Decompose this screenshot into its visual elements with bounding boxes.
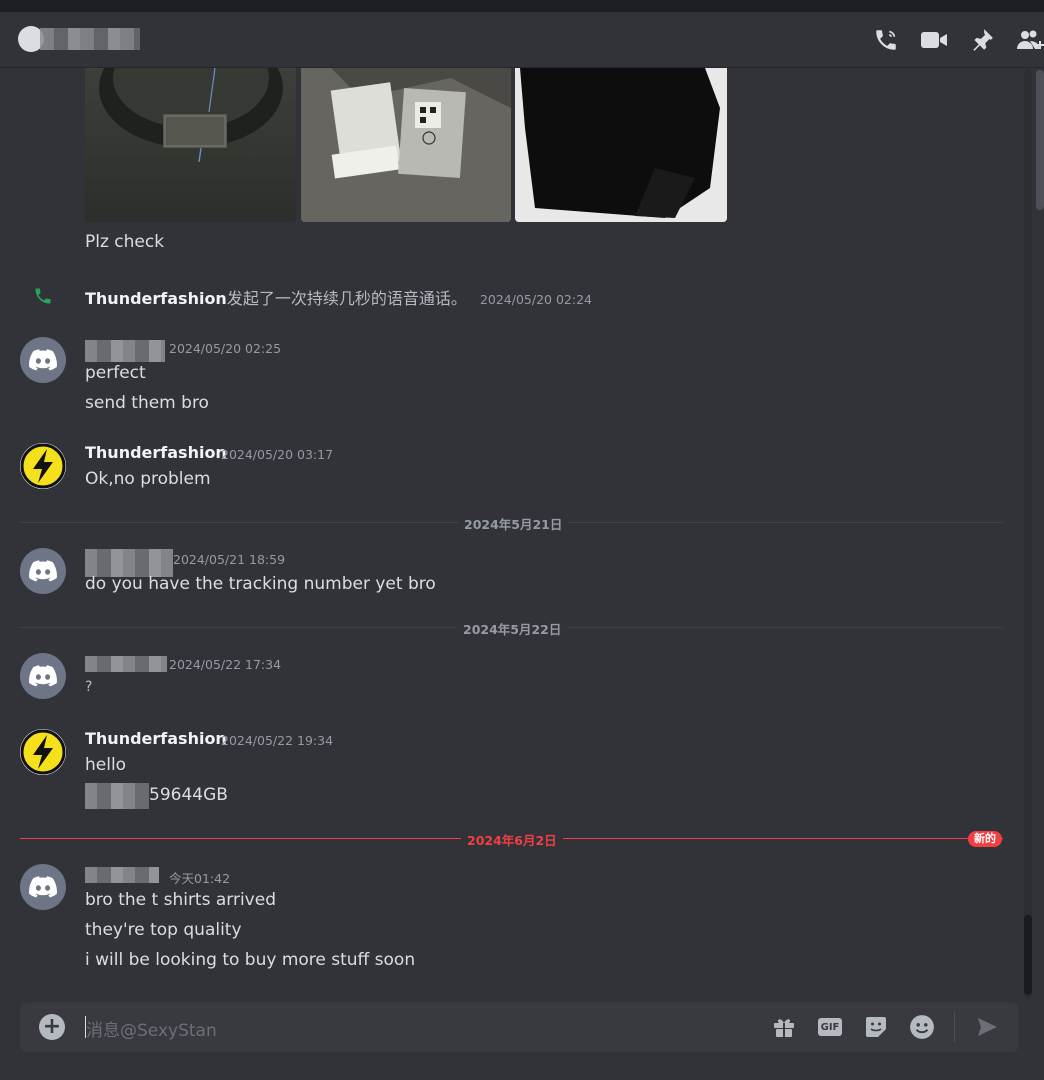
date-divider-label: 2024年5月22日 [457,619,568,638]
new-messages-badge: 新的 [968,831,1002,847]
emoji-icon[interactable] [908,1013,936,1041]
window-scrollbar[interactable] [1036,70,1044,210]
gift-icon[interactable] [770,1013,798,1041]
video-call-icon[interactable] [920,26,948,54]
message-timestamp: 2024/05/20 02:25 [169,341,282,356]
new-messages-date-label: 2024年6月2日 [461,830,563,849]
message-text: Ok,no problem [85,469,211,489]
tracking-number-text: 59644GB [149,785,228,805]
avatar[interactable] [20,729,66,775]
avatar[interactable] [20,653,66,699]
tshirt-collar-photo[interactable] [85,68,296,222]
tshirt-label-photo[interactable] [301,68,511,222]
phone-call-icon [33,286,53,306]
composer-separator [954,1012,955,1042]
message-timestamp: 2024/05/20 02:24 [479,292,592,307]
avatar[interactable] [20,337,66,383]
message-text: perfect [85,363,146,383]
message-text: bro the t shirts arrived [85,890,276,910]
redacted-tracking-prefix [85,783,149,809]
call-system-message: Thunderfashion发起了一次持续几秒的语音通话。 2024/05/20… [85,285,592,309]
sticker-icon[interactable] [862,1013,890,1041]
redacted-username [85,656,167,672]
message-timestamp: 2024/05/22 17:34 [169,657,282,672]
date-divider-label: 2024年5月21日 [458,514,569,533]
add-friend-icon[interactable] [1016,26,1044,54]
gif-label: GIF [818,1018,842,1036]
composer-toolbar: GIF [770,1012,1001,1042]
redacted-username [85,549,173,577]
message-timestamp: 今天01:42 [169,871,231,886]
message-text: send them bro [85,393,209,413]
message-text: hello [85,755,127,775]
message-list: Plz check Thunderfashion发起了一次持续几秒的语音通话。 … [0,68,1022,998]
avatar[interactable] [20,548,66,594]
message-timestamp: 2024/05/22 19:34 [221,733,334,748]
pin-icon[interactable] [968,26,996,54]
redacted-username [40,28,140,50]
add-attachment-icon[interactable]: + [39,1014,65,1040]
gif-icon[interactable]: GIF [816,1013,844,1041]
chat-header [0,12,1044,68]
message-author[interactable]: Thunderfashion [85,443,227,462]
message-timestamp: 2024/05/20 03:17 [221,447,334,462]
avatar[interactable] [20,864,66,910]
window-top-strip [0,0,1044,12]
scrollbar-thumb[interactable] [1024,915,1032,995]
tshirt-folded-photo[interactable] [515,68,727,222]
message-composer: + 消息@SexyStan GIF [20,1002,1019,1052]
message-author[interactable]: Thunderfashion [85,729,227,748]
header-toolbar [872,22,1044,58]
redacted-username [85,340,165,362]
message-text: do you have the tracking number yet bro [85,574,436,594]
voice-call-icon[interactable] [872,26,900,54]
avatar[interactable] [20,443,66,489]
redacted-username [85,867,159,883]
send-icon[interactable] [973,1013,1001,1041]
message-input[interactable]: 消息@SexyStan [86,1016,217,1041]
call-author[interactable]: Thunderfashion [85,289,227,308]
message-text: Plz check [85,232,165,252]
message-text: ? [85,679,93,695]
message-text: they're top quality [85,920,242,940]
message-timestamp: 2024/05/21 18:59 [173,552,286,567]
scrollbar-track[interactable] [1024,70,1032,998]
call-text: 发起了一次持续几秒的语音通话。 [226,289,467,308]
message-text: i will be looking to buy more stuff soon [85,950,416,970]
